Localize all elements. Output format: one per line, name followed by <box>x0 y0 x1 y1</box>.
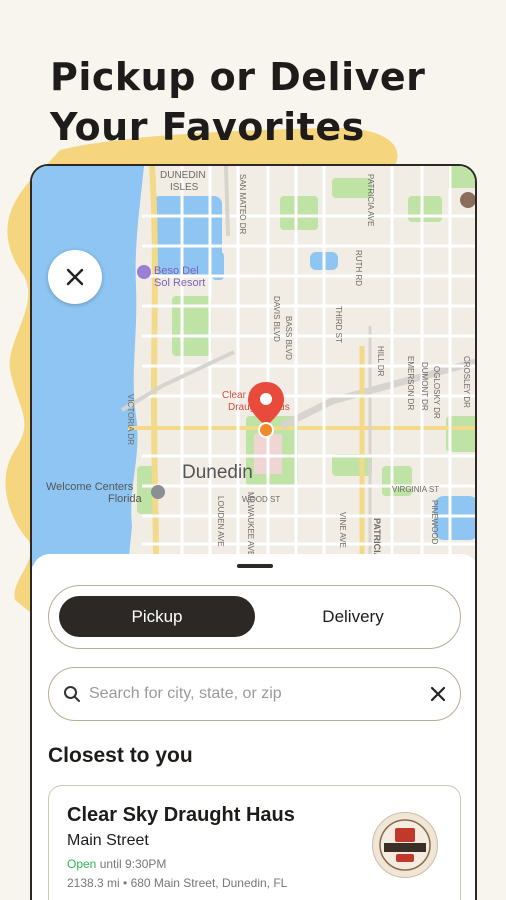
sheet-drag-handle[interactable] <box>237 564 273 568</box>
map-label-beso-1: Beso Del <box>154 265 199 277</box>
map-label-louden: LOUDEN AVE <box>216 496 225 547</box>
search-icon <box>64 686 80 702</box>
bottom-sheet: Pickup Delivery Closest to you Clear Sky… <box>32 554 475 900</box>
delivery-tab[interactable]: Delivery <box>255 596 451 637</box>
resort-poi-icon <box>137 265 151 279</box>
info-poi-icon <box>151 485 165 499</box>
location-card[interactable]: Clear Sky Draught Haus Main Street Open … <box>48 785 461 900</box>
map-label-virginia: VIRGINIA ST <box>392 485 439 494</box>
map-label-pinewood: PINEWOOD <box>430 500 439 545</box>
map-pin-icon <box>260 393 272 405</box>
map-label-welcome-2: Florida <box>108 493 143 505</box>
map-label-san-mateo: SAN MATEO DR <box>238 174 247 235</box>
map-label-dumont: DUMONT DR <box>420 362 429 411</box>
map-label-victoria: VICTORIA DR <box>126 394 135 445</box>
brewery-logo-icon <box>379 819 431 871</box>
close-map-button[interactable] <box>48 250 102 304</box>
map-label-beso-2: Sol Resort <box>154 277 205 289</box>
map-label-emerson: EMERSON DR <box>406 356 415 410</box>
search-input[interactable] <box>89 685 422 703</box>
map-label-crosley: CROSLEY DR <box>462 356 471 408</box>
map-label-third: THIRD ST <box>334 306 343 343</box>
headline: Pickup or Deliver Your Favorites <box>50 52 425 152</box>
location-pin[interactable] <box>246 380 286 443</box>
map-label-city: Dunedin <box>182 462 253 483</box>
closest-section-title: Closest to you <box>48 744 193 767</box>
map-view[interactable]: DUNEDIN ISLES SAN MATEO DR PATRICIA AVE … <box>32 166 475 566</box>
map-label-bass: BASS BLVD <box>284 316 293 360</box>
brewery-logo <box>372 812 438 878</box>
location-search-bar <box>48 667 461 721</box>
map-label-wood: WOOD ST <box>242 495 280 504</box>
open-status: Open <box>67 857 97 871</box>
clear-search-icon[interactable] <box>430 686 446 702</box>
map-label-vine: VINE AVE <box>338 512 347 548</box>
hours-text: until 9:30PM <box>99 857 167 871</box>
headline-line-1: Pickup or Deliver <box>50 55 426 99</box>
map-label-hill: HILL DR <box>376 346 385 377</box>
map-label-dunedin-isles-2: ISLES <box>170 182 199 193</box>
phone-frame: DUNEDIN ISLES SAN MATEO DR PATRICIA AVE … <box>30 164 477 900</box>
headline-line-2: Your Favorites <box>50 105 365 149</box>
map-label-davis: DAVIS BLVD <box>272 296 281 342</box>
restaurant-poi-icon <box>460 192 475 208</box>
close-icon <box>66 268 84 286</box>
map-label-ruth: RUTH RD <box>354 250 363 286</box>
pickup-tab[interactable]: Pickup <box>59 596 255 637</box>
map-label-dunedin-isles-1: DUNEDIN <box>160 170 206 181</box>
location-distance-address: 2138.3 mi • 680 Main Street, Dunedin, FL <box>67 876 288 890</box>
map-label-glosky: OGLOSKY DR <box>432 366 441 419</box>
pickup-delivery-toggle: Pickup Delivery <box>48 585 461 649</box>
map-label-patricia: PATRICIA AVE <box>366 174 375 226</box>
map-label-welcome-1: Welcome Centers <box>46 481 134 493</box>
